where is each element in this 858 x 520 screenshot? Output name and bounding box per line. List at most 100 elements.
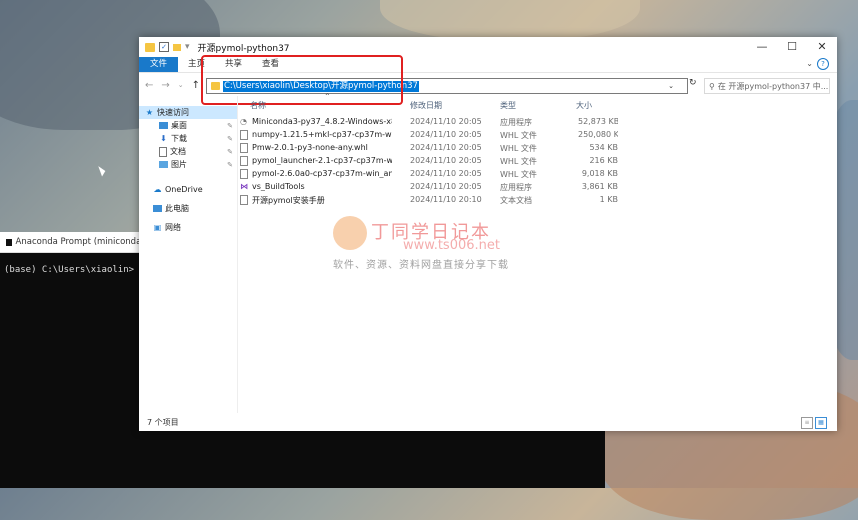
file-type: WHL 文件 [500,170,537,179]
sidebar-item-label: 文档 [170,147,186,156]
details-view-icon[interactable]: ≡ [801,417,813,429]
maximize-button[interactable]: ☐ [777,37,807,57]
file-date: 2024/11/10 20:05 [410,169,482,178]
terminal-icon [6,238,12,246]
file-name: pymol-2.6.0a0-cp37-cp37m-win_amd... [252,169,392,178]
console-titlebar[interactable]: Anaconda Prompt (miniconda3) [0,232,150,253]
table-row[interactable]: ◔ Miniconda3-py37_4.8.2-Windows-x86... 2… [238,115,837,128]
table-row[interactable]: numpy-1.21.5+mkl-cp37-cp37m-win_... 2024… [238,128,837,141]
file-name: vs_BuildTools [252,182,305,191]
installer-icon: ◔ [240,117,247,126]
window-title: 开源pymol-python37 [197,43,290,54]
network-icon: ▣ [153,223,162,232]
pin-icon: ✎ [227,160,233,169]
file-date: 2024/11/10 20:10 [410,195,482,204]
navigation-pane: ★ 快速访问 桌面 ✎ ⬇ 下载 ✎ 文档 ✎ 图片 ✎ ☁ OneDrive … [139,96,238,413]
close-button[interactable]: ✕ [807,37,837,57]
file-date: 2024/11/10 20:05 [410,182,482,191]
file-date: 2024/11/10 20:05 [410,143,482,152]
picture-icon [159,161,168,168]
file-type: WHL 文件 [500,131,537,140]
file-icon [240,143,248,153]
minimize-button[interactable]: — [747,37,777,57]
file-size: 3,861 KB [581,182,618,191]
computer-icon [153,205,162,212]
sidebar-item-network[interactable]: ▣ 网络 [139,221,237,234]
folder-icon [145,42,155,52]
pin-icon: ✎ [227,134,233,143]
table-row[interactable]: Pmw-2.0.1-py3-none-any.whl 2024/11/10 20… [238,141,837,154]
new-folder-icon[interactable] [173,43,181,51]
column-header-size[interactable]: 大小 [576,100,592,111]
search-input[interactable]: ⚲ 在 开源pymol-python37 中... [704,78,830,94]
sidebar-item-label: 此电脑 [165,204,189,213]
quick-access-toolbar-dropdown-icon[interactable]: ▾ [185,42,190,52]
titlebar[interactable]: ✓ ▾ 开源pymol-python37 — ☐ ✕ [139,37,837,57]
column-header-date[interactable]: 修改日期 [410,100,490,111]
search-icon: ⚲ [709,81,715,91]
sidebar-item-quick-access[interactable]: ★ 快速访问 [139,106,237,119]
up-arrow-icon[interactable]: ↑ [192,80,200,91]
sidebar-item-pictures[interactable]: 图片 ✎ [139,158,237,171]
table-row[interactable]: 开源pymol安装手册 2024/11/10 20:10 文本文档 1 KB [238,193,837,206]
table-row[interactable]: pymol_launcher-2.1-cp37-cp37m-win... 202… [238,154,837,167]
file-type: 应用程序 [500,118,532,127]
file-size: 250,080 KB [578,130,618,139]
recent-dropdown-icon[interactable]: ⌄ [178,81,184,89]
sidebar-item-label: 图片 [171,160,187,169]
watermark-url: www.ts006.net [403,238,500,253]
sidebar-item-label: OneDrive [165,185,203,194]
sidebar-item-downloads[interactable]: ⬇ 下载 ✎ [139,132,237,145]
wallpaper-shape [380,0,640,40]
address-dropdown-icon[interactable]: ⌄ [668,79,674,93]
file-size: 52,873 KB [578,117,618,126]
sidebar-item-documents[interactable]: 文档 ✎ [139,145,237,158]
large-icons-view-icon[interactable]: ▦ [815,417,827,429]
anaconda-prompt-body[interactable] [150,430,605,488]
file-name: Miniconda3-py37_4.8.2-Windows-x86... [252,117,392,126]
column-header-type[interactable]: 类型 [500,100,560,111]
file-type: 文本文档 [500,196,532,205]
file-list-header: 名称 修改日期 类型 大小 [238,98,837,112]
sidebar-item-this-pc[interactable]: 此电脑 [139,202,237,215]
file-size: 1 KB [599,195,618,204]
table-row[interactable]: ⋈ vs_BuildTools 2024/11/10 20:05 应用程序 3,… [238,180,837,193]
item-count: 7 个项目 [147,417,179,427]
table-row[interactable]: pymol-2.6.0a0-cp37-cp37m-win_amd... 2024… [238,167,837,180]
forward-arrow-icon[interactable]: → [161,80,169,91]
console-prompt[interactable]: (base) C:\Users\xiaolin> [0,253,150,275]
file-name: pymol_launcher-2.1-cp37-cp37m-win... [252,156,392,165]
text-file-icon [240,195,248,205]
column-header-name[interactable]: 名称 [250,100,390,111]
download-icon: ⬇ [160,134,167,143]
help-icon[interactable]: ? [817,58,829,70]
file-size: 9,018 KB [581,169,618,178]
file-date: 2024/11/10 20:05 [410,117,482,126]
file-type: 应用程序 [500,183,532,192]
mouse-cursor-icon [98,164,107,177]
file-date: 2024/11/10 20:05 [410,156,482,165]
file-date: 2024/11/10 20:05 [410,130,482,139]
pin-icon: ✎ [227,121,233,130]
file-name: Pmw-2.0.1-py3-none-any.whl [252,143,368,152]
status-bar: 7 个项目 ≡ ▦ [139,413,837,431]
search-placeholder: 在 开源pymol-python37 中... [717,81,829,91]
console-title: Anaconda Prompt (miniconda3) [15,237,150,247]
refresh-icon[interactable]: ↻ [689,78,697,88]
file-size: 534 KB [589,143,618,152]
file-icon [240,156,248,166]
sidebar-item-onedrive[interactable]: ☁ OneDrive [139,183,237,196]
sidebar-item-desktop[interactable]: 桌面 ✎ [139,119,237,132]
properties-icon[interactable]: ✓ [159,42,169,52]
chevron-down-icon[interactable]: ⌄ [806,59,813,68]
document-icon [159,146,167,157]
visual-studio-icon: ⋈ [240,182,248,191]
desktop-icon [159,122,168,129]
back-arrow-icon[interactable]: ← [145,80,153,91]
anaconda-prompt-window[interactable]: Anaconda Prompt (miniconda3) (base) C:\U… [0,232,150,488]
file-icon [240,130,248,140]
star-icon: ★ [145,108,154,117]
file-size: 216 KB [589,156,618,165]
tab-file[interactable]: 文件 [139,57,179,72]
sidebar-item-label: 快速访问 [157,108,189,117]
